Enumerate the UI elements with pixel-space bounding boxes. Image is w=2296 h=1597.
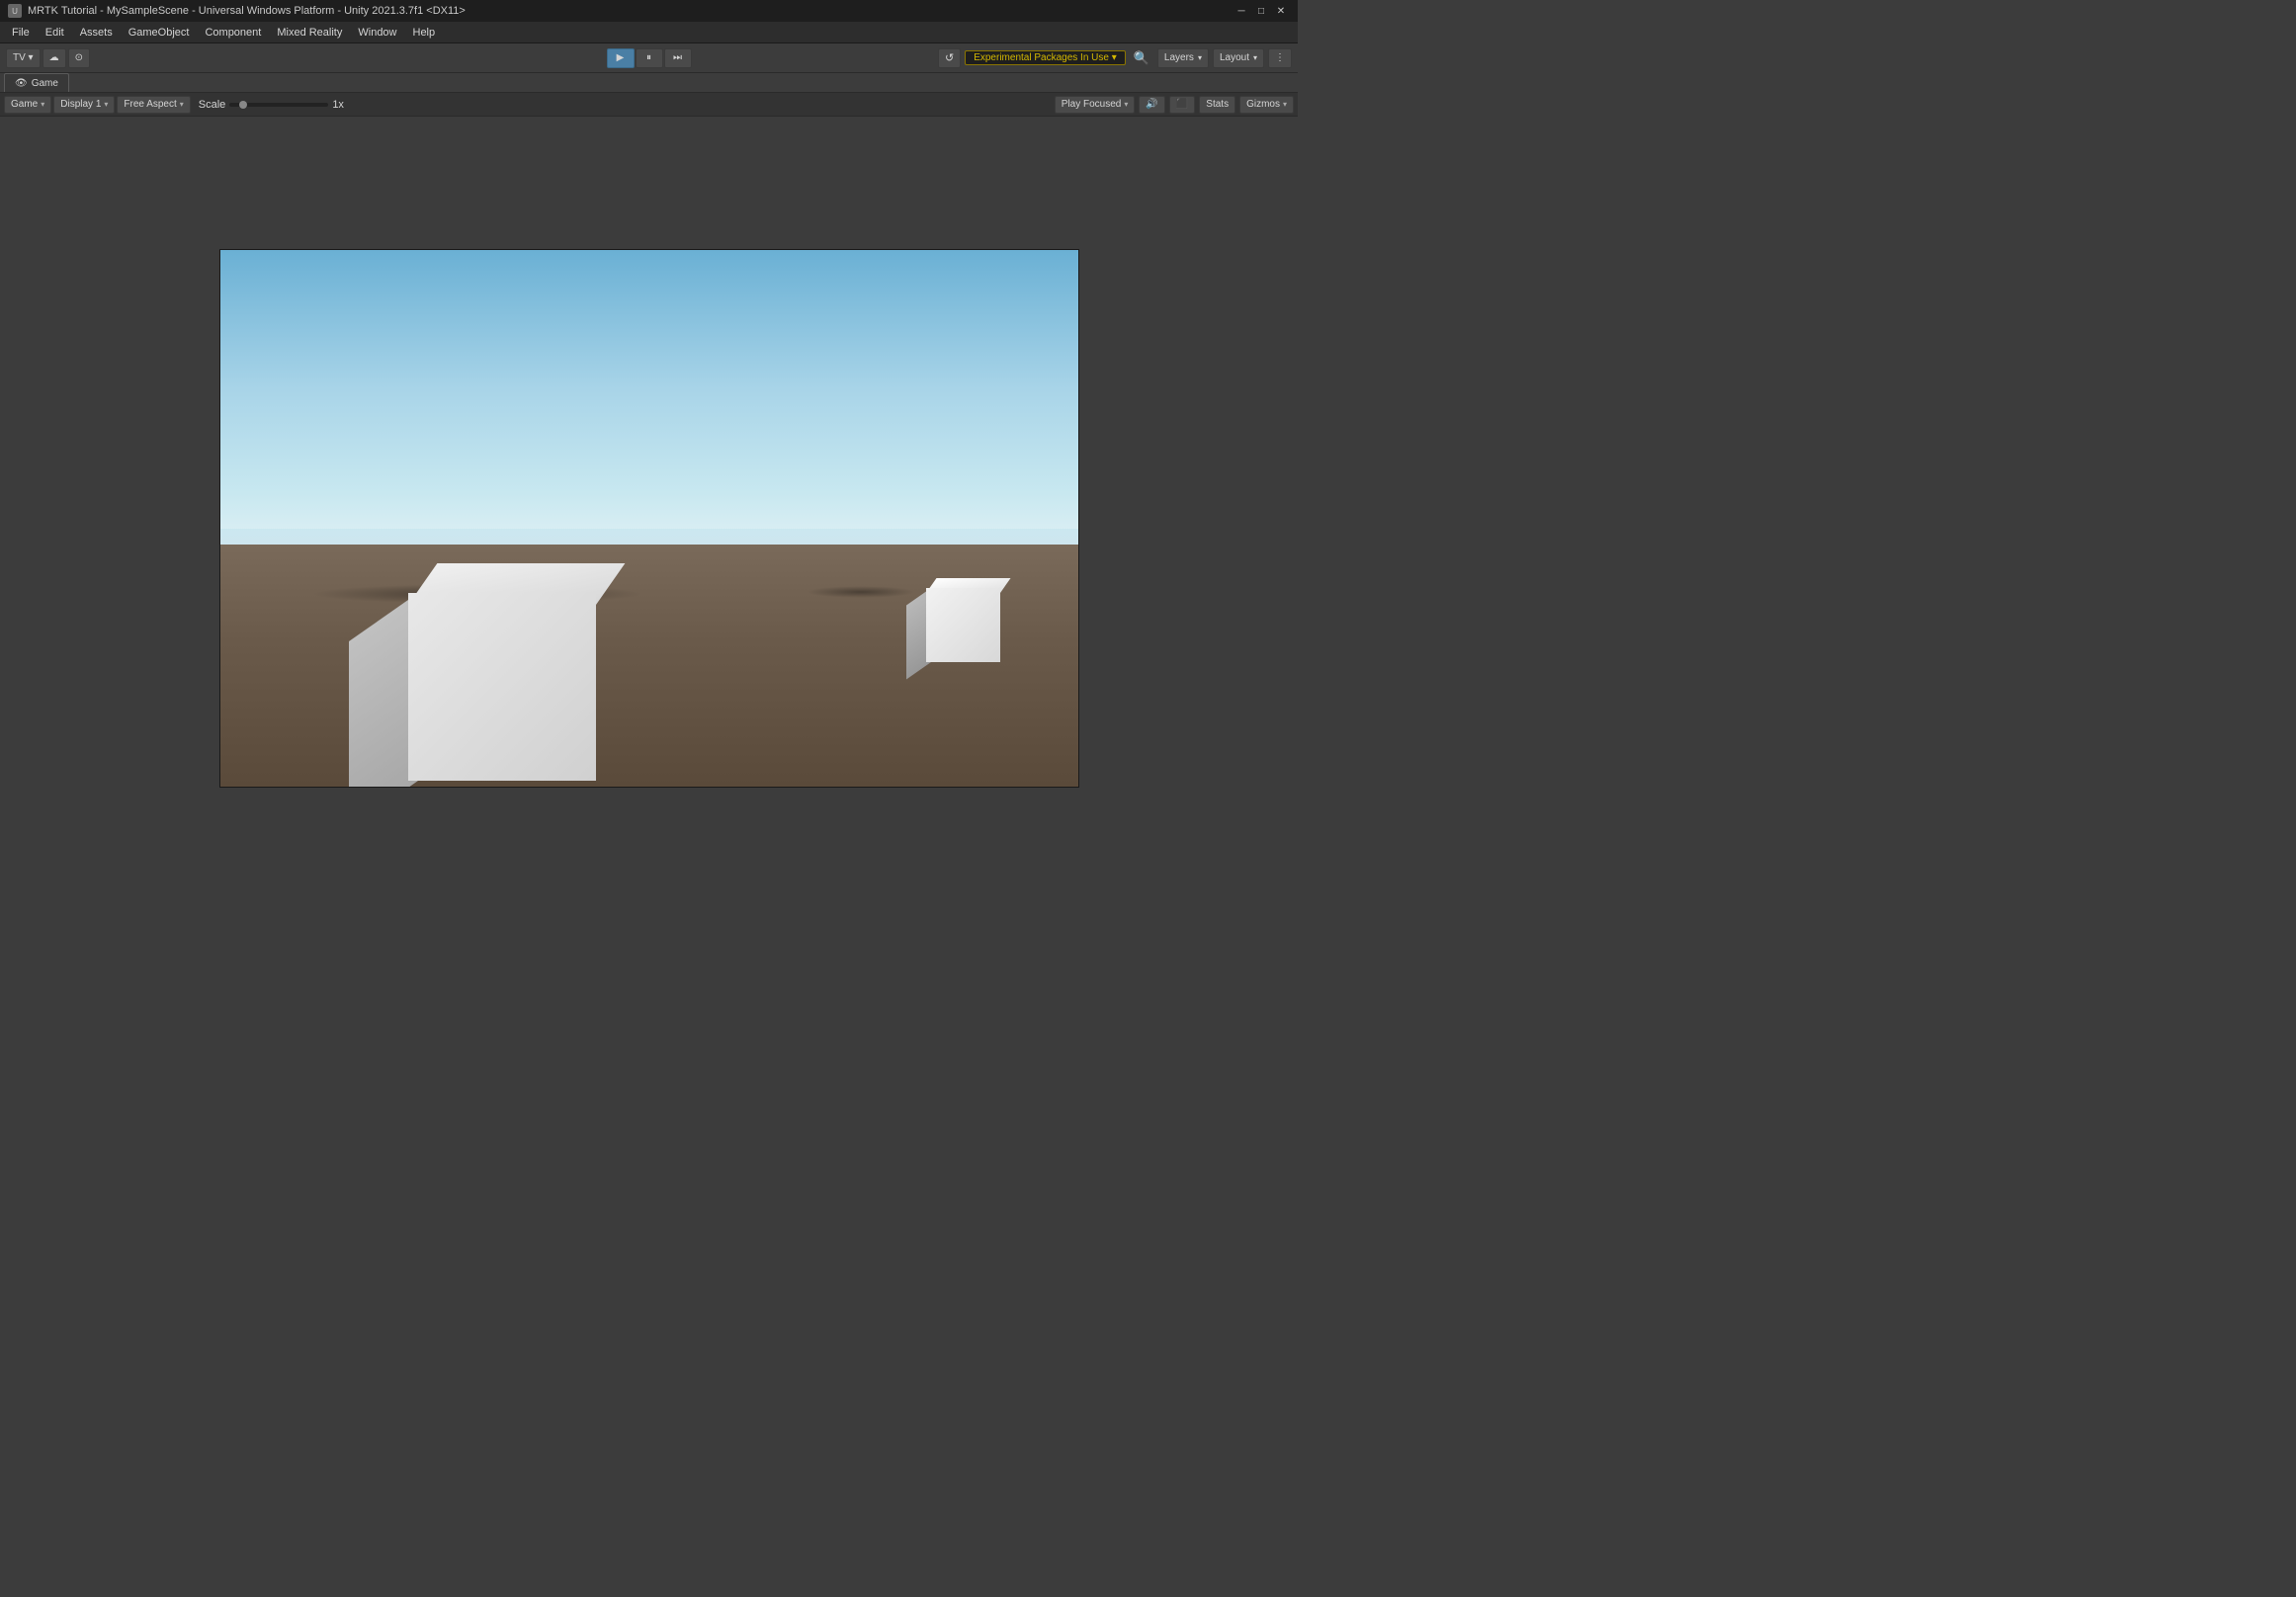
menu-help[interactable]: Help [405, 25, 444, 41]
menu-edit[interactable]: Edit [38, 25, 72, 41]
close-button[interactable]: ✕ [1272, 2, 1290, 20]
more-options-button[interactable]: ⋮ [1268, 48, 1292, 68]
scale-value: 1x [332, 99, 344, 111]
game-dropdown[interactable]: Game ▾ [4, 96, 51, 114]
undo-history-button[interactable]: ↺ [938, 48, 961, 68]
cloud-button[interactable]: ☁ [43, 48, 66, 68]
audio-button[interactable]: 🔊 [1139, 96, 1164, 114]
play-button[interactable]: ▶ [607, 48, 635, 68]
tab-strip: 👁 Game [0, 73, 1298, 93]
main-toolbar: TV ▾ ☁ ⊙ ▶ ⏸ ⏭ ↺ Experimental Packages I… [0, 43, 1298, 73]
game-viewport [219, 249, 1079, 788]
menu-mixed-reality[interactable]: Mixed Reality [269, 25, 350, 41]
layout-dropdown[interactable]: Layout ▾ [1213, 48, 1264, 68]
main-content [0, 117, 1298, 919]
title-bar: U MRTK Tutorial - MySampleScene - Univer… [0, 0, 1298, 22]
menu-gameobject[interactable]: GameObject [121, 25, 198, 41]
cube-small-front [926, 588, 1000, 662]
search-button[interactable]: 🔍 [1130, 48, 1153, 68]
cube-large-front [408, 593, 596, 781]
minimize-button[interactable]: ─ [1233, 2, 1250, 20]
scale-thumb[interactable] [239, 101, 247, 109]
menu-component[interactable]: Component [197, 25, 269, 41]
gizmos-dropdown[interactable]: Gizmos ▾ [1239, 96, 1294, 114]
display-dropdown[interactable]: Display 1 ▾ [53, 96, 115, 114]
tv-button[interactable]: TV ▾ [6, 48, 41, 68]
play-focused-dropdown[interactable]: Play Focused ▾ [1055, 96, 1136, 114]
game-toolbar: Game ▾ Display 1 ▾ Free Aspect ▾ Scale 1… [0, 93, 1298, 117]
layers-dropdown[interactable]: Layers ▾ [1157, 48, 1209, 68]
menu-bar: File Edit Assets GameObject Component Mi… [0, 22, 1298, 43]
scale-label: Scale [199, 99, 226, 111]
experimental-packages-button[interactable]: Experimental Packages In Use ▾ [965, 50, 1126, 65]
pause-button[interactable]: ⏸ [636, 48, 663, 68]
shadow-small [807, 586, 915, 598]
maximize-button[interactable]: □ [1252, 2, 1270, 20]
scale-control: Scale 1x [199, 99, 344, 111]
app-icon: U [8, 4, 22, 18]
menu-assets[interactable]: Assets [72, 25, 121, 41]
stats-button[interactable]: Stats [1199, 96, 1235, 114]
game-tab-label: Game [32, 78, 58, 89]
collab-button[interactable]: ⊙ [68, 48, 90, 68]
step-button[interactable]: ⏭ [664, 48, 692, 68]
aspect-dropdown[interactable]: Free Aspect ▾ [117, 96, 190, 114]
menu-window[interactable]: Window [350, 25, 404, 41]
game-tab-icon: 👁 [15, 78, 28, 89]
game-tab[interactable]: 👁 Game [4, 73, 69, 92]
scale-track[interactable] [229, 103, 328, 107]
menu-file[interactable]: File [4, 25, 38, 41]
aspect-ratio-button[interactable]: ⬛ [1169, 96, 1195, 114]
window-title: MRTK Tutorial - MySampleScene - Universa… [28, 5, 466, 17]
experimental-label: Experimental Packages In Use ▾ [974, 52, 1117, 63]
